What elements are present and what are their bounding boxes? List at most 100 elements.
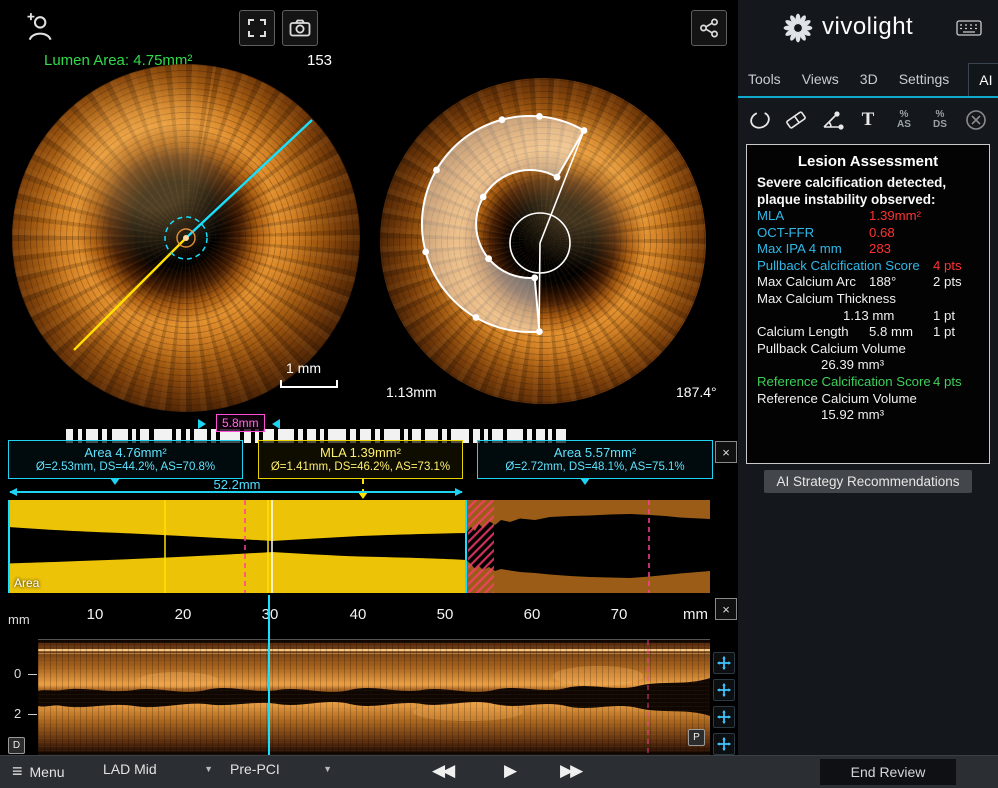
percent-as-tool-button[interactable]: %AS bbox=[890, 106, 918, 134]
text-tool-button[interactable]: T bbox=[854, 106, 882, 134]
segment-length-label: 52.2mm bbox=[8, 477, 466, 492]
scale-label: 1 mm bbox=[286, 360, 321, 376]
ai-strategy-button[interactable]: AI Strategy Recommendations bbox=[764, 470, 972, 493]
oct-cross-section-right[interactable] bbox=[380, 78, 706, 404]
lesion-row-pullback-volume-value: 26.39 mm³ bbox=[757, 357, 979, 374]
depth-tick-2: 2 bbox=[14, 706, 21, 721]
calcium-length-tag: 5.8mm bbox=[216, 414, 265, 432]
tab-views[interactable]: Views bbox=[800, 62, 841, 96]
ruler-unit: mm bbox=[683, 606, 708, 623]
percent-as-icon: %AS bbox=[897, 110, 911, 130]
tab-ai[interactable]: AI bbox=[968, 63, 998, 96]
fast-forward-button[interactable]: ▶▶ bbox=[560, 761, 580, 781]
lmode-fit-control[interactable] bbox=[713, 733, 735, 755]
zoom-crosshair-icon bbox=[717, 683, 731, 697]
lesion-panel-title: Lesion Assessment bbox=[757, 153, 979, 170]
ruler-tick-50: 50 bbox=[437, 606, 454, 623]
user-button[interactable] bbox=[22, 10, 56, 44]
lesion-row-thickness-value: 1.13 mm1 pt bbox=[757, 308, 979, 325]
mla-marker-icon bbox=[358, 492, 368, 499]
vessel-value: LAD Mid bbox=[103, 761, 157, 777]
user-plus-icon bbox=[24, 12, 54, 42]
scale-bar bbox=[280, 380, 338, 388]
capture-frame-button[interactable] bbox=[239, 10, 275, 46]
play-button[interactable]: ▶ bbox=[504, 761, 517, 781]
vessel-dropdown[interactable]: LAD Mid ▼ bbox=[103, 761, 213, 777]
vessel-caret-icon: ▼ bbox=[204, 764, 213, 774]
lesion-row-reference-score: Reference Calcification Score4 pts bbox=[757, 374, 979, 391]
mla-detail: Ø=1.41mm, DS=46.2%, AS=73.1% bbox=[271, 460, 450, 475]
tab-settings[interactable]: Settings bbox=[897, 62, 952, 96]
pan-crosshair-icon bbox=[717, 656, 731, 670]
distal-marker-icon bbox=[580, 478, 590, 485]
ruler-tick-30: 30 bbox=[262, 606, 279, 623]
capture-icon bbox=[247, 18, 267, 38]
ruler-tick-40: 40 bbox=[350, 606, 367, 623]
ruler-frame-cursor bbox=[268, 595, 270, 640]
end-review-button[interactable]: End Review bbox=[820, 759, 956, 785]
lmode-pan-up-control[interactable] bbox=[713, 652, 735, 674]
mla-box[interactable]: MLA 1.39mm² Ø=1.41mm, DS=46.2%, AS=73.1% bbox=[258, 440, 463, 479]
fit-crosshair-icon bbox=[717, 737, 731, 751]
tab-3d[interactable]: 3D bbox=[858, 62, 880, 96]
proximal-reference-box[interactable]: Area 4.76mm² Ø=2.53mm, DS=44.2%, AS=70.8… bbox=[8, 440, 243, 479]
app-root: Lumen Area: 4.75mm² 153 bbox=[0, 0, 998, 788]
lmode-texture bbox=[38, 640, 710, 755]
calcium-thickness-label: 1.13mm bbox=[386, 384, 437, 400]
lesion-row-ipa: Max IPA 4 mm283 bbox=[757, 241, 979, 258]
close-measure-panel-button[interactable]: × bbox=[715, 441, 737, 463]
distal-detail: Ø=2.72mm, DS=48.1%, AS=75.1% bbox=[505, 460, 684, 475]
tool-bar: T %AS %DS bbox=[738, 102, 998, 138]
bottom-bar: ≡ Menu LAD Mid ▼ Pre-PCI ▼ ◀◀ ▶ ▶▶ End R… bbox=[0, 755, 998, 788]
lesion-assessment-panel: Lesion Assessment Severe calcification d… bbox=[746, 144, 990, 464]
camera-icon bbox=[289, 19, 311, 37]
keyboard-button[interactable] bbox=[956, 20, 982, 39]
lesion-row-mla: MLA1.39mm² bbox=[757, 208, 979, 225]
lmode-frame-cursor[interactable] bbox=[268, 640, 270, 755]
calcium-range-right-arrow-icon bbox=[272, 419, 280, 429]
calcium-range-left-arrow-icon bbox=[198, 419, 206, 429]
calcium-arc-overlay bbox=[380, 78, 706, 404]
angle-tool-button[interactable] bbox=[818, 106, 846, 134]
ruler-tick-20: 20 bbox=[175, 606, 192, 623]
angle-tool-icon bbox=[820, 108, 844, 132]
proximal-badge: P bbox=[688, 729, 705, 746]
clear-tool-button[interactable] bbox=[962, 106, 990, 134]
lmode-zoom-control[interactable] bbox=[713, 679, 735, 701]
proximal-area: Area 4.76mm² bbox=[84, 445, 166, 460]
area-graph-plot bbox=[8, 500, 710, 593]
share-button[interactable] bbox=[691, 10, 727, 46]
ellipse-tool-icon bbox=[748, 108, 772, 132]
distal-reference-box[interactable]: Area 5.57mm² Ø=2.72mm, DS=48.1%, AS=75.1… bbox=[477, 440, 713, 479]
area-graph[interactable]: Area bbox=[8, 500, 710, 593]
lesion-alert-line1: Severe calcification detected, bbox=[757, 174, 979, 191]
proximal-detail: Ø=2.53mm, DS=44.2%, AS=70.8% bbox=[36, 460, 215, 475]
vivolight-logo-icon bbox=[782, 12, 814, 44]
pullback-ruler[interactable]: 10 20 30 40 50 60 70 mm bbox=[38, 595, 710, 640]
ruler-tick-60: 60 bbox=[524, 606, 541, 623]
sidebar: vivolight Tools Views 3D Settings AI bbox=[738, 0, 998, 755]
lmode-view[interactable] bbox=[38, 640, 710, 755]
eraser-icon bbox=[784, 108, 808, 132]
percent-ds-icon: %DS bbox=[933, 110, 947, 130]
share-icon bbox=[699, 18, 719, 38]
lesion-row-ffr: OCT-FFR0.68 bbox=[757, 225, 979, 242]
rewind-button[interactable]: ◀◀ bbox=[432, 761, 452, 781]
tab-tools[interactable]: Tools bbox=[746, 62, 783, 96]
stretch-crosshair-icon bbox=[717, 710, 731, 724]
eraser-tool-button[interactable] bbox=[782, 106, 810, 134]
phase-caret-icon: ▼ bbox=[323, 764, 332, 774]
menu-icon: ≡ bbox=[12, 761, 23, 782]
menu-button[interactable]: ≡ Menu bbox=[12, 761, 65, 782]
camera-button[interactable] bbox=[282, 10, 318, 46]
phase-dropdown[interactable]: Pre-PCI ▼ bbox=[230, 761, 332, 777]
depth-axis-unit: mm bbox=[8, 612, 30, 627]
lesion-row-pullback-score: Pullback Calcification Score4 pts bbox=[757, 258, 979, 275]
clear-circle-x-icon bbox=[964, 108, 988, 132]
percent-ds-tool-button[interactable]: %DS bbox=[926, 106, 954, 134]
close-lmode-button[interactable]: × bbox=[715, 598, 737, 620]
distal-area: Area 5.57mm² bbox=[554, 445, 636, 460]
lmode-stretch-control[interactable] bbox=[713, 706, 735, 728]
ellipse-tool-button[interactable] bbox=[746, 106, 774, 134]
ruler-tick-10: 10 bbox=[87, 606, 104, 623]
